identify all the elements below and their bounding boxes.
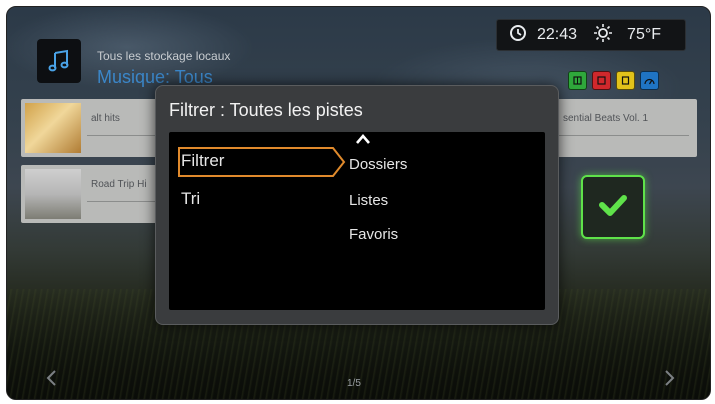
menu-item-tri[interactable]: Tri <box>181 189 200 209</box>
breadcrumb: Tous les stockage locaux <box>97 49 231 63</box>
chevron-left-icon[interactable] <box>45 369 59 392</box>
color-buttons <box>568 71 659 90</box>
chevron-right-icon[interactable] <box>662 369 676 392</box>
music-note-icon <box>37 39 81 83</box>
status-bar: 22:43 75°F <box>496 19 686 51</box>
menu-item-filtrer[interactable]: Filtrer <box>177 146 346 177</box>
list-item-label: alt hits <box>91 113 120 124</box>
submenu-item-favoris[interactable]: Favoris <box>349 226 398 243</box>
media-player-screen: Tous les stockage locaux Musique: Tous 2… <box>6 6 711 400</box>
scroll-up-icon[interactable] <box>355 132 371 150</box>
checkmark-icon <box>598 193 628 222</box>
sun-icon <box>593 23 613 48</box>
menu-item-label: Tri <box>181 189 201 208</box>
list-item-label: Road Trip Hi <box>91 179 147 190</box>
submenu-item-dossiers[interactable]: Dossiers <box>349 156 407 173</box>
dialog-panel: Filtrer Tri Dossiers Listes Favoris <box>169 132 545 310</box>
filter-dialog: Filtrer : Toutes les pistes Filtrer Tri … <box>155 85 559 325</box>
dialog-title: Filtrer : Toutes les pistes <box>169 100 363 120</box>
album-art-thumbnail <box>25 169 81 219</box>
red-button[interactable] <box>592 71 611 90</box>
page-indicator: 1/5 <box>347 378 361 389</box>
list-item-label: sential Beats Vol. 1 <box>563 113 649 124</box>
album-art-thumbnail <box>25 103 81 153</box>
green-button[interactable] <box>568 71 587 90</box>
blue-button[interactable] <box>640 71 659 90</box>
clock-icon <box>509 24 527 47</box>
time-display: 22:43 <box>537 26 578 43</box>
divider <box>557 135 689 136</box>
menu-item-label: Filtrer <box>181 151 225 170</box>
temperature-display: 75°F <box>627 26 662 43</box>
confirm-button[interactable] <box>581 175 645 239</box>
yellow-button[interactable] <box>616 71 635 90</box>
submenu-item-listes[interactable]: Listes <box>349 192 388 209</box>
